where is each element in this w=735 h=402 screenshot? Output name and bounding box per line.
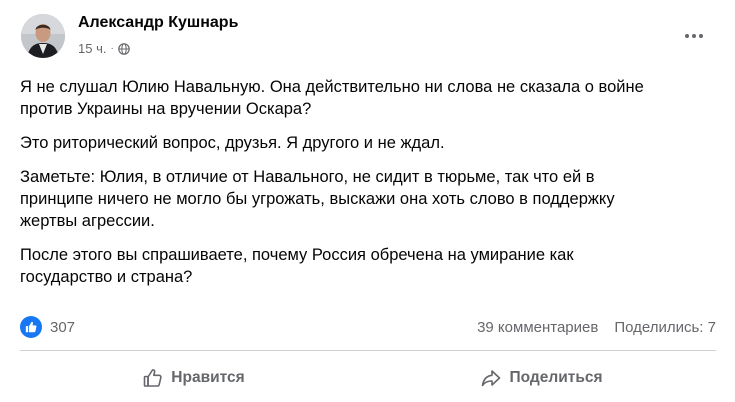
more-dot-icon	[699, 34, 703, 38]
like-button-label: Нравится	[171, 369, 245, 386]
post-meta: 15 ч. ·	[78, 41, 130, 56]
avatar-image	[21, 14, 65, 58]
post-paragraph: После этого вы спрашиваете, почему Росси…	[20, 246, 574, 286]
more-options-button[interactable]	[679, 24, 709, 48]
share-button[interactable]: Поделиться	[368, 356, 716, 400]
avatar[interactable]	[21, 14, 65, 58]
author-name[interactable]: Александр Кушнарь	[78, 14, 238, 32]
post-paragraph: Заметьте: Юлия, в отличие от Навального,…	[20, 168, 615, 230]
thumbs-up-icon	[25, 321, 37, 333]
like-button[interactable]: Нравится	[20, 356, 368, 400]
comments-count[interactable]: 39 комментариев	[477, 319, 598, 336]
like-reaction-icon[interactable]	[20, 316, 42, 338]
thumbs-up-outline-icon	[143, 369, 162, 387]
facebook-post: Александр Кушнарь 15 ч. · Я не слушал Юл…	[0, 0, 735, 402]
post-body: Я не слушал Юлию Навальную. Она действит…	[20, 76, 720, 300]
share-button-label: Поделиться	[509, 369, 603, 386]
shares-count[interactable]: Поделились: 7	[614, 319, 716, 336]
post-paragraph: Это риторический вопрос, друзья. Я друго…	[20, 134, 445, 152]
meta-separator: ·	[110, 43, 114, 54]
post-paragraph: Я не слушал Юлию Навальную. Она действит…	[20, 78, 644, 118]
post-actions: Нравится Поделиться	[20, 356, 716, 400]
post-timestamp[interactable]: 15 ч.	[78, 41, 106, 56]
more-dot-icon	[692, 34, 696, 38]
share-arrow-icon	[482, 370, 501, 387]
action-divider	[20, 350, 716, 351]
likes-count[interactable]: 307	[50, 319, 75, 336]
post-stats: 307 39 комментариев Поделились: 7	[20, 316, 716, 338]
globe-icon[interactable]	[118, 42, 130, 55]
more-dot-icon	[685, 34, 689, 38]
